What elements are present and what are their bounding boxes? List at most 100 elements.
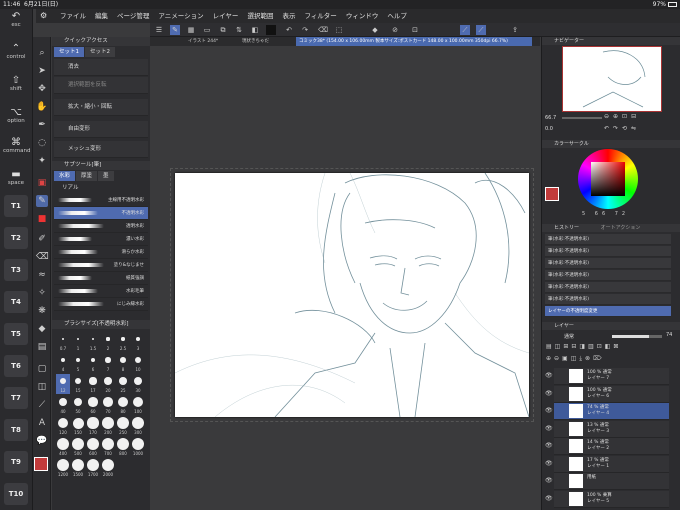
brush-size-option[interactable]: 20 [101, 374, 115, 394]
brush-preset-icon[interactable]: ▣ [36, 177, 48, 189]
brush-size-option[interactable]: 2.5 [116, 332, 130, 352]
deselect-icon[interactable]: ⊘ [390, 25, 400, 35]
move-tool-icon[interactable]: ✥ [36, 83, 48, 95]
brush-size-option[interactable]: 200 [101, 416, 115, 436]
crop-icon[interactable]: ⊡ [410, 25, 420, 35]
brush-size-option[interactable]: 5 [71, 353, 85, 373]
t8-key[interactable]: T8 [4, 419, 28, 441]
undo-icon[interactable]: ↶ [284, 25, 294, 35]
menu-item-1[interactable]: 編集 [95, 12, 108, 20]
layer-row[interactable]: 👁 100 % 通常 レイヤー 6 [545, 385, 669, 403]
main-color-swatch[interactable] [34, 457, 48, 471]
menu-item-2[interactable]: ページ管理 [117, 12, 149, 20]
control-button[interactable]: ⌃ control [3, 43, 29, 60]
balloon-tool-icon[interactable]: 💬 [36, 435, 48, 447]
layer-tool-row[interactable]: ▤◫⊞⊟◨▥⊡◧⊠ [546, 343, 621, 350]
menu-item-7[interactable]: フィルター [304, 12, 336, 20]
history-item[interactable]: 筆(水彩:不透明水彩) [545, 234, 671, 245]
layer-row[interactable]: 👁 17 % 通常 レイヤー 1 [545, 455, 669, 473]
brush-size-option[interactable]: 10 [131, 353, 145, 373]
brush-size-option[interactable]: 1000 [131, 437, 145, 457]
history-item[interactable]: 筆(水彩:不透明水彩) [545, 246, 671, 257]
space-button[interactable]: ▬ space [3, 169, 29, 186]
brush-size-option[interactable]: 170 [86, 416, 100, 436]
brush-item[interactable]: 塗り&なじませ [54, 259, 148, 272]
shift-button[interactable]: ⇧ shift [3, 75, 29, 92]
operation-tool-icon[interactable]: ➤ [36, 65, 48, 77]
brush-size-option[interactable]: 250 [116, 416, 130, 436]
t10-key[interactable]: T10 [4, 483, 28, 505]
auto-select-tool-icon[interactable]: ✦ [36, 155, 48, 167]
quick-item-erase[interactable]: 消去 [54, 59, 148, 76]
fill-tool-icon[interactable]: ◆ [36, 323, 48, 335]
app-logo-icon[interactable]: ⚙ [40, 9, 47, 23]
brush-item[interactable]: 濃い水彩 [54, 233, 148, 246]
brush-size-option[interactable]: 2000 [101, 458, 115, 478]
navigator-preview[interactable] [562, 46, 662, 112]
color-swatch-icon[interactable] [266, 25, 276, 35]
history-item[interactable]: 筆(水彩:不透明水彩) [545, 258, 671, 269]
brush-size-option[interactable]: 1.5 [86, 332, 100, 352]
quick-item-scale-rotate[interactable]: 拡大・縮小・回転 [54, 99, 148, 116]
tab-set1[interactable]: セット1 [54, 47, 84, 57]
brush-size-option[interactable]: 80 [116, 395, 130, 415]
new-file-icon[interactable]: ▭ [202, 25, 212, 35]
visibility-eye-icon[interactable]: 👁 [545, 425, 553, 432]
canvas-tab-2[interactable]: 現状きちゃだ [242, 37, 269, 46]
quick-item-free-transform[interactable]: 自由変形 [54, 121, 148, 138]
pen-icon[interactable]: ✎ [170, 25, 180, 35]
brush-size-option[interactable]: 25 [116, 374, 130, 394]
saturation-square[interactable] [591, 162, 625, 196]
esc-button[interactable]: ↶ esc [3, 11, 29, 28]
clear-icon[interactable]: ⌫ [318, 25, 328, 35]
visibility-eye-icon[interactable]: 👁 [545, 477, 553, 484]
drawing-canvas[interactable] [174, 172, 530, 418]
quick-item-mesh-transform[interactable]: メッシュ変形 [54, 141, 148, 158]
special-ruler-snap-icon[interactable]: ⟋ [476, 25, 486, 35]
frame-tool-icon[interactable]: ◫ [36, 381, 48, 393]
t5-key[interactable]: T5 [4, 323, 28, 345]
visibility-eye-icon[interactable]: 👁 [545, 460, 553, 467]
opacity-slider[interactable] [612, 335, 662, 338]
brush-size-option[interactable]: 300 [131, 416, 145, 436]
menu-item-0[interactable]: ファイル [60, 12, 86, 20]
blend-mode-select[interactable]: 通常 [564, 333, 574, 340]
brush-size-option[interactable]: 700 [101, 437, 115, 457]
visibility-eye-icon[interactable]: 👁 [545, 495, 553, 502]
decoration-tool-icon[interactable]: ❋ [36, 305, 48, 317]
tab-ink[interactable]: 墨 [98, 171, 114, 181]
zoom-value[interactable]: 66.7 [545, 115, 556, 121]
blend-tool-icon[interactable]: ≈ [36, 269, 48, 281]
t3-key[interactable]: T3 [4, 259, 28, 281]
opacity-value[interactable]: 74 [666, 332, 672, 338]
brush-size-option[interactable]: 0.7 [56, 332, 70, 352]
t9-key[interactable]: T9 [4, 451, 28, 473]
layer-row[interactable]: 👁 13 % 通常 レイヤー 3 [545, 420, 669, 438]
t6-key[interactable]: T6 [4, 355, 28, 377]
brush-size-option[interactable]: 12 [56, 374, 70, 394]
brush-size-option[interactable]: 60 [86, 395, 100, 415]
fill-icon[interactable]: ◆ [370, 25, 380, 35]
layer-row[interactable]: 👁 100 % 乗算 レイヤー 5 [545, 490, 669, 508]
tab-thick-paint[interactable]: 厚塗 [76, 171, 98, 181]
layer-row[interactable]: 👁 74 % 通常 レイヤー 4 [545, 403, 669, 420]
lasso-tool-icon[interactable]: ◌ [36, 137, 48, 149]
canvas-tab-1[interactable]: イラスト 244* [188, 37, 218, 46]
brush-size-option[interactable]: 500 [71, 437, 85, 457]
brush-size-option[interactable]: 2 [101, 332, 115, 352]
brush-size-option[interactable]: 50 [71, 395, 85, 415]
brush-size-option[interactable]: 15 [71, 374, 85, 394]
layer-action-row[interactable]: ⊕⊖▣◫⤓⊗⌦ [546, 355, 605, 363]
brush-size-option[interactable]: 3 [131, 332, 145, 352]
main-color-chip[interactable] [545, 187, 559, 201]
brush-size-option[interactable]: 1 [71, 332, 85, 352]
t7-key[interactable]: T7 [4, 387, 28, 409]
navigator-rotate-buttons[interactable]: ↶↷⟲⇋ [604, 125, 640, 132]
text-tool-icon[interactable]: A [36, 417, 48, 429]
menu-item-4[interactable]: レイヤー [213, 12, 239, 20]
pencil-tool-icon[interactable]: ✐ [36, 233, 48, 245]
ruler-snap-icon[interactable]: ⟋ [460, 25, 470, 35]
brush-size-option[interactable]: 40 [56, 395, 70, 415]
brush-size-option[interactable]: 6 [86, 353, 100, 373]
option-button[interactable]: ⌥ option [3, 107, 29, 124]
